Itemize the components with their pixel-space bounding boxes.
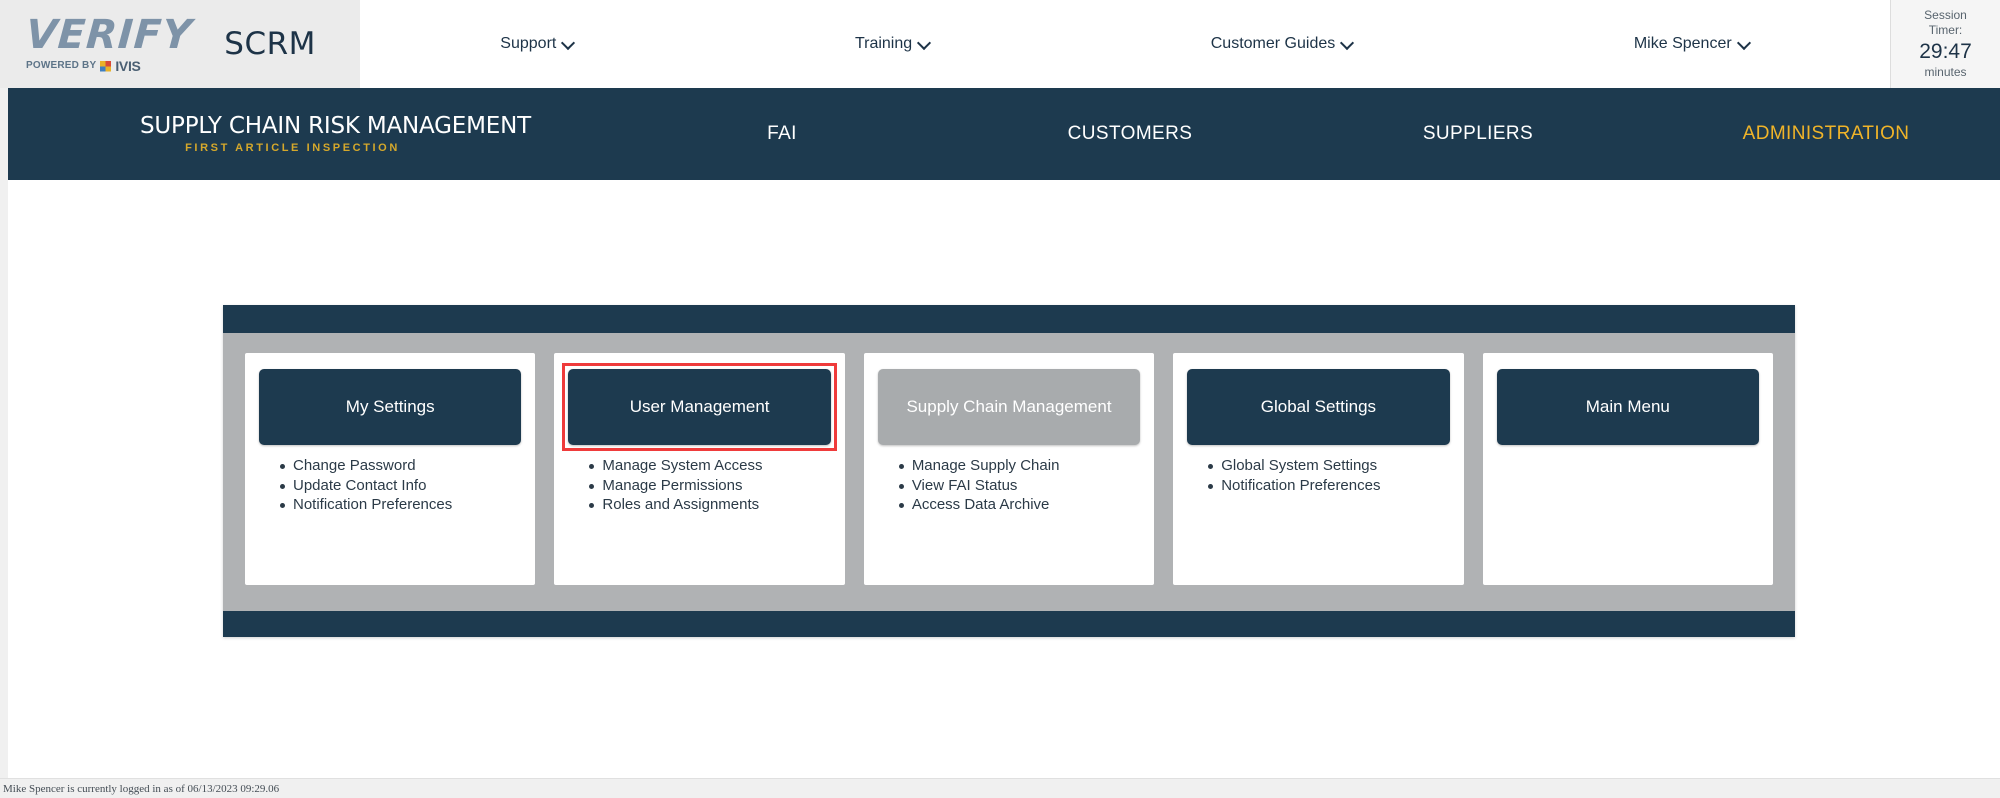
chevron-down-icon <box>1739 37 1750 48</box>
session-timer-unit: minutes <box>1924 65 1967 80</box>
global-settings-button[interactable]: Global Settings <box>1187 369 1450 445</box>
admin-card-my-settings: My Settings Change Password Update Conta… <box>245 353 536 585</box>
tab-suppliers[interactable]: SUPPLIERS <box>1304 88 1652 180</box>
list-item: Manage Supply Chain <box>898 457 1140 476</box>
my-settings-button[interactable]: My Settings <box>259 369 522 445</box>
powered-by-label: POWERED BY <box>26 60 97 71</box>
session-timer: Session Timer: 29:47 minutes <box>1890 0 2000 88</box>
top-nav-label: Mike Spencer <box>1633 35 1732 52</box>
verify-wordmark: VERIFY <box>24 12 194 58</box>
top-nav-item-support[interactable]: Support <box>500 35 574 53</box>
panel-footer-bar <box>223 611 1795 637</box>
logo-zone: VERIFY POWERED BY IVIS SCRM <box>0 0 360 88</box>
list-item: Notification Preferences <box>279 496 521 515</box>
list-item: View FAI Status <box>898 477 1140 496</box>
admin-card-main-menu: Main Menu <box>1482 353 1774 585</box>
card-button-wrap-highlighted: User Management <box>562 363 837 451</box>
administration-panel: My Settings Change Password Update Conta… <box>223 305 1795 637</box>
tab-fai[interactable]: FAI <box>608 88 956 180</box>
top-nav-label: Support <box>500 35 557 52</box>
admin-cards-container: My Settings Change Password Update Conta… <box>223 333 1795 611</box>
user-management-feature-list: Manage System Access Manage Permissions … <box>568 457 830 516</box>
main-menu-button[interactable]: Main Menu <box>1496 369 1760 445</box>
session-timer-label-line2: Timer: <box>1928 23 1963 38</box>
app-brand-subtitle: FIRST ARTICLE INSPECTION <box>185 142 400 155</box>
panel-header-bar <box>223 305 1795 333</box>
session-timer-label-line1: Session <box>1924 8 1967 23</box>
admin-card-global-settings: Global Settings Global System Settings N… <box>1173 353 1464 585</box>
ivis-squares-icon <box>100 60 112 72</box>
card-button-wrap: My Settings <box>259 369 522 445</box>
list-item: Update Contact Info <box>279 477 521 496</box>
my-settings-feature-list: Change Password Update Contact Info Noti… <box>259 457 521 516</box>
main-content: My Settings Change Password Update Conta… <box>8 180 2000 778</box>
chevron-down-icon <box>1342 37 1353 48</box>
tab-customers[interactable]: CUSTOMERS <box>956 88 1304 180</box>
product-title: SCRM <box>224 26 316 62</box>
card-button-wrap: Main Menu <box>1496 369 1760 445</box>
app-brand: SUPPLY CHAIN RISK MANAGEMENT FIRST ARTIC… <box>8 112 608 155</box>
status-bar: Mike Spencer is currently logged in as o… <box>0 778 2000 798</box>
top-utility-bar: VERIFY POWERED BY IVIS SCRM Support Trai… <box>0 0 2000 88</box>
chevron-down-icon <box>919 37 930 48</box>
left-gutter <box>0 88 8 778</box>
list-item: Access Data Archive <box>898 496 1140 515</box>
user-management-button[interactable]: User Management <box>568 369 831 445</box>
top-nav-item-training[interactable]: Training <box>855 35 930 53</box>
app-nav-bar: SUPPLY CHAIN RISK MANAGEMENT FIRST ARTIC… <box>8 88 2000 186</box>
top-nav-item-user-account[interactable]: Mike Spencer <box>1634 35 1750 53</box>
powered-by-ivis: POWERED BY IVIS <box>26 59 141 73</box>
supply-chain-management-button[interactable]: Supply Chain Management <box>877 369 1141 445</box>
tab-administration[interactable]: ADMINISTRATION <box>1652 88 2000 186</box>
app-nav-tabs: FAI CUSTOMERS SUPPLIERS ADMINISTRATION <box>608 88 2000 186</box>
card-button-wrap: Supply Chain Management <box>877 369 1141 445</box>
top-nav-item-customer-guides[interactable]: Customer Guides <box>1211 35 1354 53</box>
list-item: Manage System Access <box>589 457 830 476</box>
verify-logo[interactable]: VERIFY POWERED BY IVIS <box>24 12 194 73</box>
admin-card-supply-chain-management: Supply Chain Management Manage Supply Ch… <box>863 353 1155 585</box>
top-nav-label: Training <box>854 35 913 52</box>
top-nav-label: Customer Guides <box>1210 35 1336 52</box>
list-item: Change Password <box>279 457 521 476</box>
list-item: Notification Preferences <box>1208 477 1449 496</box>
login-status-text: Mike Spencer is currently logged in as o… <box>3 782 280 795</box>
supply-chain-feature-list: Manage Supply Chain View FAI Status Acce… <box>878 457 1140 516</box>
admin-card-user-management: User Management Manage System Access Man… <box>554 353 845 585</box>
global-settings-feature-list: Global System Settings Notification Pref… <box>1187 457 1449 496</box>
card-button-wrap: Global Settings <box>1187 369 1450 445</box>
app-brand-title: SUPPLY CHAIN RISK MANAGEMENT <box>140 112 531 139</box>
ivis-wordmark: IVIS <box>115 58 141 74</box>
top-nav-menu: Support Training Customer Guides Mike Sp… <box>360 0 1890 88</box>
list-item: Manage Permissions <box>589 477 830 496</box>
session-timer-value: 29:47 <box>1919 40 1972 64</box>
list-item: Roles and Assignments <box>589 496 830 515</box>
chevron-down-icon <box>563 37 574 48</box>
list-item: Global System Settings <box>1208 457 1449 476</box>
